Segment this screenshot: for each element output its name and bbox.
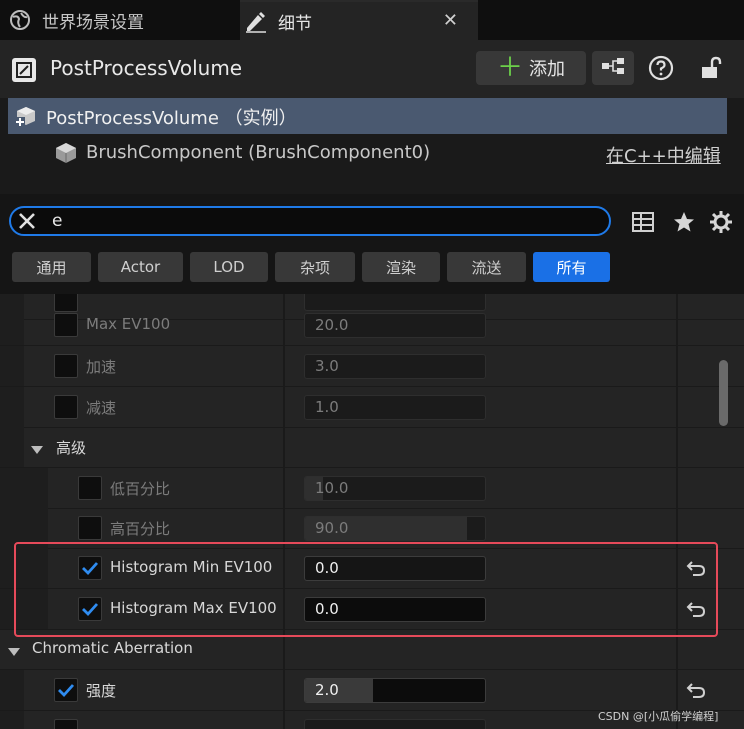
speed-up-checkbox[interactable] <box>54 354 78 378</box>
expand-arrow-icon <box>30 441 44 459</box>
post-process-volume-icon <box>12 58 36 82</box>
component-tree-child-label: BrushComponent (BrushComponent0) <box>86 142 431 163</box>
speed-down-label: 减速 <box>86 399 117 417</box>
filter-all-button[interactable]: 所有 <box>533 252 610 282</box>
speed-up-field[interactable]: 3.0 <box>304 354 486 379</box>
speed-down-field[interactable]: 1.0 <box>304 395 486 420</box>
scrollbar-thumb[interactable] <box>719 360 728 426</box>
intensity-slider[interactable]: 2.0 <box>304 678 486 703</box>
max-ev100-field[interactable]: 20.0 <box>304 313 486 338</box>
filter-rendering-button[interactable]: 渲染 <box>362 252 440 282</box>
reset-to-default-icon[interactable] <box>684 678 708 702</box>
filter-lod-button[interactable]: LOD <box>190 252 268 282</box>
gear-icon[interactable] <box>706 207 736 237</box>
low-percent-label: 低百分比 <box>110 480 171 498</box>
blueprint-button[interactable] <box>592 51 634 85</box>
watermark: CSDN @[小瓜偷学编程] <box>598 710 719 723</box>
plus-icon: ＋ <box>496 53 523 83</box>
search-input[interactable] <box>52 209 592 233</box>
table-view-icon[interactable] <box>628 207 658 237</box>
unlock-icon[interactable] <box>696 53 726 83</box>
low-percent-slider[interactable]: 10.0 <box>304 476 486 501</box>
star-icon[interactable] <box>669 207 699 237</box>
edit-in-cpp-link[interactable]: 在C++中编辑 <box>606 142 721 168</box>
property-row-speed-down: 减速 1.0 <box>0 387 744 428</box>
low-percent-checkbox[interactable] <box>78 476 102 500</box>
pencil-icon <box>244 9 268 33</box>
high-percent-label: 高百分比 <box>110 520 171 538</box>
intensity-checkbox[interactable] <box>54 678 78 702</box>
tab-world-settings[interactable]: 世界场景设置 <box>0 0 239 40</box>
max-ev100-label: Max EV100 <box>86 315 171 333</box>
speed-up-label: 加速 <box>86 358 117 376</box>
filter-actor-button[interactable]: Actor <box>98 252 183 282</box>
filter-general-button[interactable]: 通用 <box>12 252 91 282</box>
tab-world-settings-label: 世界场景设置 <box>42 12 144 33</box>
tab-details-label: 细节 <box>278 13 312 34</box>
help-icon[interactable] <box>646 53 676 83</box>
add-component-label: 添加 <box>529 59 565 80</box>
annotation-highlight-box <box>14 542 718 637</box>
filter-misc-button[interactable]: 杂项 <box>275 252 355 282</box>
globe-icon <box>8 8 32 32</box>
add-component-button[interactable]: ＋ 添加 <box>476 51 586 85</box>
clear-search-icon[interactable] <box>14 208 40 234</box>
tab-details[interactable]: 细节 ✕ <box>240 0 478 40</box>
property-value-partial[interactable] <box>304 719 486 729</box>
property-row-intensity: 强度 2.0 <box>0 670 744 711</box>
section-chromatic-label: Chromatic Aberration <box>32 639 193 657</box>
expand-arrow-icon <box>7 643 21 661</box>
blueprint-hierarchy-icon <box>600 56 626 80</box>
property-row-low-percent: 低百分比 10.0 <box>0 468 744 509</box>
property-grid: Max EV100 20.0 加速 3.0 减速 1.0 高级 低百分比 10.… <box>0 294 744 729</box>
actor-name: PostProcessVolume <box>50 56 243 80</box>
section-advanced[interactable]: 高级 <box>0 427 744 468</box>
component-tree-root[interactable]: PostProcessVolume （实例） <box>8 98 727 134</box>
close-tab-icon[interactable]: ✕ <box>443 10 458 31</box>
tab-bar: 世界场景设置 细节 ✕ <box>0 0 744 40</box>
brush-component-icon <box>54 141 78 169</box>
intensity-label: 强度 <box>86 682 117 700</box>
speed-down-checkbox[interactable] <box>54 395 78 419</box>
max-ev100-checkbox[interactable] <box>54 313 78 337</box>
property-row-speed-up: 加速 3.0 <box>0 346 744 387</box>
high-percent-slider[interactable]: 90.0 <box>304 516 486 541</box>
property-checkbox[interactable] <box>54 719 78 729</box>
section-advanced-label: 高级 <box>56 439 87 457</box>
property-row-max-ev100: Max EV100 20.0 <box>0 305 744 346</box>
actor-instance-icon <box>14 104 38 132</box>
component-tree-root-label: PostProcessVolume （实例） <box>46 108 297 129</box>
filter-streaming-button[interactable]: 流送 <box>447 252 526 282</box>
high-percent-checkbox[interactable] <box>78 516 102 540</box>
checkmark-icon <box>58 684 75 698</box>
